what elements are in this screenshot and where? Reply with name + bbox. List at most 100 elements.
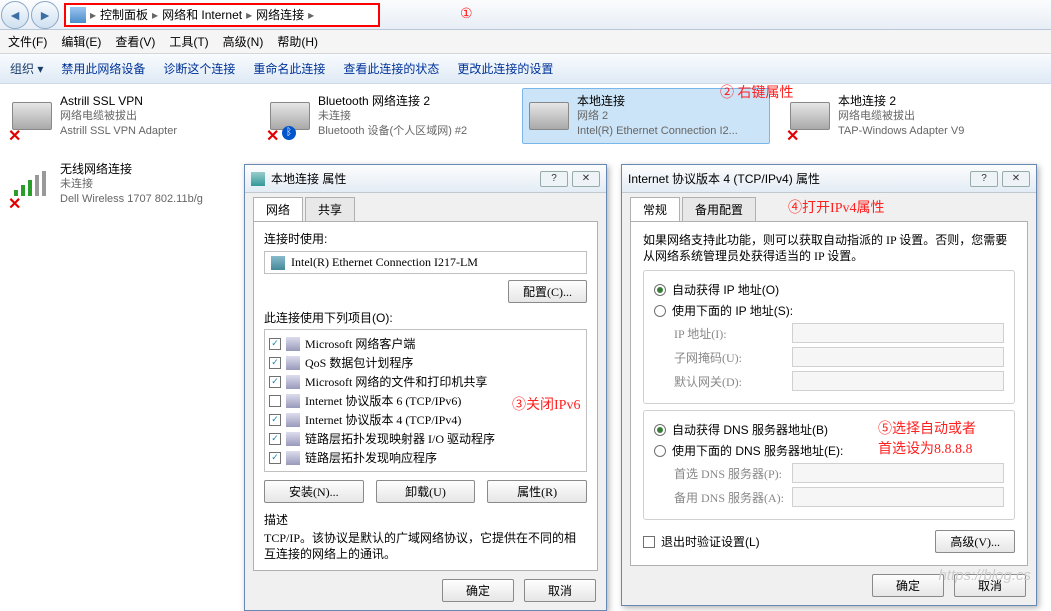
description-label: 描述 [264, 511, 587, 528]
checkbox-icon[interactable]: ✓ [269, 452, 281, 464]
conn-name: Bluetooth 网络连接 2 [318, 94, 467, 109]
breadcrumb-item[interactable]: 控制面板 [100, 6, 148, 23]
component-label: Microsoft 网络的文件和打印机共享 [305, 373, 487, 390]
bluetooth-icon: ᛒ [282, 126, 296, 140]
tab-panel: 如果网络支持此功能，则可以获取自动指派的 IP 设置。否则，您需要从网络系统管理… [630, 221, 1028, 566]
adapter-field: Intel(R) Ethernet Connection I217-LM [264, 251, 587, 274]
network-icon [251, 172, 265, 186]
menu-help[interactable]: 帮助(H) [277, 33, 318, 50]
dns2-label: 备用 DNS 服务器(A): [674, 489, 784, 506]
validate-checkbox[interactable]: 退出时验证设置(L) [643, 531, 760, 552]
menu-bar: 文件(F) 编辑(E) 查看(V) 工具(T) 高级(N) 帮助(H) [0, 30, 1051, 54]
tb-disable[interactable]: 禁用此网络设备 [61, 60, 145, 77]
dialog-titlebar[interactable]: Internet 协议版本 4 (TCP/IPv4) 属性 ?✕ [622, 165, 1036, 193]
conn-local2[interactable]: ✕ 本地连接 2 网络电缆被拔出 TAP-Windows Adapter V9 [784, 88, 1032, 144]
ip-input[interactable] [792, 323, 1004, 343]
error-x-icon: ✕ [266, 126, 280, 140]
tb-status[interactable]: 查看此连接的状态 [343, 60, 439, 77]
close-button[interactable]: ✕ [572, 171, 600, 187]
conn-wifi[interactable]: ✕ 无线网络连接 未连接 Dell Wireless 1707 802.11b/… [6, 156, 254, 212]
mask-label: 子网掩码(U): [674, 349, 784, 366]
install-button[interactable]: 安装(N)... [264, 480, 364, 503]
checkbox-icon[interactable]: ✓ [269, 338, 281, 350]
conn-status: 网络电缆被拔出 [838, 109, 964, 124]
help-button[interactable]: ? [540, 171, 568, 187]
uninstall-button[interactable]: 卸载(U) [376, 480, 476, 503]
gateway-input[interactable] [792, 371, 1004, 391]
component-label: 链路层拓扑发现映射器 I/O 驱动程序 [305, 430, 495, 447]
tab-network[interactable]: 网络 [253, 197, 303, 221]
chevron-right-icon: ▸ [150, 8, 160, 22]
conn-astrill[interactable]: ✕ Astrill SSL VPN 网络电缆被拔出 Astrill SSL VP… [6, 88, 254, 144]
component-icon [286, 375, 300, 389]
menu-view[interactable]: 查看(V) [115, 33, 155, 50]
gateway-label: 默认网关(D): [674, 373, 784, 390]
connections-grid: ✕ Astrill SSL VPN 网络电缆被拔出 Astrill SSL VP… [0, 84, 1051, 150]
ip-label: IP 地址(I): [674, 325, 784, 342]
tb-organize[interactable]: 组织 ▾ [10, 60, 43, 77]
breadcrumb[interactable]: ▸ 控制面板 ▸ 网络和 Internet ▸ 网络连接 ▸ [64, 3, 380, 27]
dialog-titlebar[interactable]: 本地连接 属性 ?✕ [245, 165, 606, 193]
tab-alternate[interactable]: 备用配置 [682, 197, 756, 221]
intro-text: 如果网络支持此功能，则可以获取自动指派的 IP 设置。否则，您需要从网络系统管理… [643, 232, 1015, 264]
conn-status: 网络 2 [577, 109, 738, 124]
conn-bluetooth[interactable]: ✕ᛒ Bluetooth 网络连接 2 未连接 Bluetooth 设备(个人区… [264, 88, 512, 144]
tb-rename[interactable]: 重命名此连接 [253, 60, 325, 77]
back-button[interactable]: ◄ [1, 1, 29, 29]
annotation-1: ① [460, 6, 473, 23]
component-item[interactable]: ✓QoS 数据包计划程序 [269, 353, 582, 372]
conn-adapter: Astrill SSL VPN Adapter [60, 124, 177, 139]
ok-button[interactable]: 确定 [442, 579, 514, 602]
error-x-icon: ✕ [786, 126, 800, 140]
component-icon [286, 356, 300, 370]
description-text: TCP/IP。该协议是默认的广域网络协议，它提供在不同的相互连接的网络上的通讯。 [264, 530, 587, 562]
ipv4-properties-dialog: Internet 协议版本 4 (TCP/IPv4) 属性 ?✕ 常规 备用配置… [621, 164, 1037, 606]
chevron-right-icon: ▸ [244, 8, 254, 22]
conn-name: 本地连接 [577, 94, 738, 109]
menu-edit[interactable]: 编辑(E) [61, 33, 101, 50]
tb-diagnose[interactable]: 诊断这个连接 [163, 60, 235, 77]
radio-manual-ip[interactable]: 使用下面的 IP 地址(S): [654, 300, 1004, 321]
checkbox-icon[interactable]: ✓ [269, 414, 281, 426]
component-label: Internet 协议版本 6 (TCP/IPv6) [305, 392, 461, 409]
checkbox-icon[interactable]: ✓ [269, 357, 281, 369]
checkbox-icon[interactable]: ✓ [269, 376, 281, 388]
cancel-button[interactable]: 取消 [524, 579, 596, 602]
component-icon [286, 413, 300, 427]
tab-general[interactable]: 常规 [630, 197, 680, 221]
menu-file[interactable]: 文件(F) [8, 33, 47, 50]
tb-settings[interactable]: 更改此连接的设置 [457, 60, 553, 77]
properties-button[interactable]: 属性(R) [487, 480, 587, 503]
conn-adapter: Bluetooth 设备(个人区域网) #2 [318, 124, 467, 139]
conn-status: 网络电缆被拔出 [60, 109, 177, 124]
component-item[interactable]: ✓ Microsoft 网络的文件和打印机共享 [269, 372, 582, 391]
radio-icon [654, 305, 666, 317]
advanced-button[interactable]: 高级(V)... [935, 530, 1015, 553]
help-button[interactable]: ? [970, 171, 998, 187]
ip-group: 自动获得 IP 地址(O) 使用下面的 IP 地址(S): IP 地址(I): … [643, 270, 1015, 404]
radio-auto-ip[interactable]: 自动获得 IP 地址(O) [654, 279, 1004, 300]
checkbox-icon[interactable]: ✓ [269, 433, 281, 445]
dns1-input[interactable] [792, 463, 1004, 483]
menu-tools[interactable]: 工具(T) [169, 33, 208, 50]
dns2-input[interactable] [792, 487, 1004, 507]
conn-name: Astrill SSL VPN [60, 94, 177, 109]
component-label: Microsoft 网络客户端 [305, 335, 415, 352]
component-item[interactable]: ✓链路层拓扑发现响应程序 [269, 448, 582, 467]
close-button[interactable]: ✕ [1002, 171, 1030, 187]
mask-input[interactable] [792, 347, 1004, 367]
breadcrumb-item[interactable]: 网络和 Internet [162, 6, 242, 23]
configure-button[interactable]: 配置(C)... [508, 280, 587, 303]
forward-button[interactable]: ► [31, 1, 59, 29]
error-x-icon: ✕ [8, 194, 22, 208]
toolbar: 组织 ▾ 禁用此网络设备 诊断这个连接 重命名此连接 查看此连接的状态 更改此连… [0, 54, 1051, 84]
menu-advanced[interactable]: 高级(N) [223, 33, 264, 50]
checkbox-icon[interactable] [269, 395, 281, 407]
conn-adapter: TAP-Windows Adapter V9 [838, 124, 964, 139]
items-label: 此连接使用下列项目(O): [264, 309, 587, 326]
tab-sharing[interactable]: 共享 [305, 197, 355, 221]
component-item[interactable]: ✓ 链路层拓扑发现映射器 I/O 驱动程序 [269, 429, 582, 448]
component-item[interactable]: ✓ Microsoft 网络客户端 [269, 334, 582, 353]
breadcrumb-item[interactable]: 网络连接 [256, 6, 304, 23]
watermark: https://blog.cs [938, 567, 1031, 584]
